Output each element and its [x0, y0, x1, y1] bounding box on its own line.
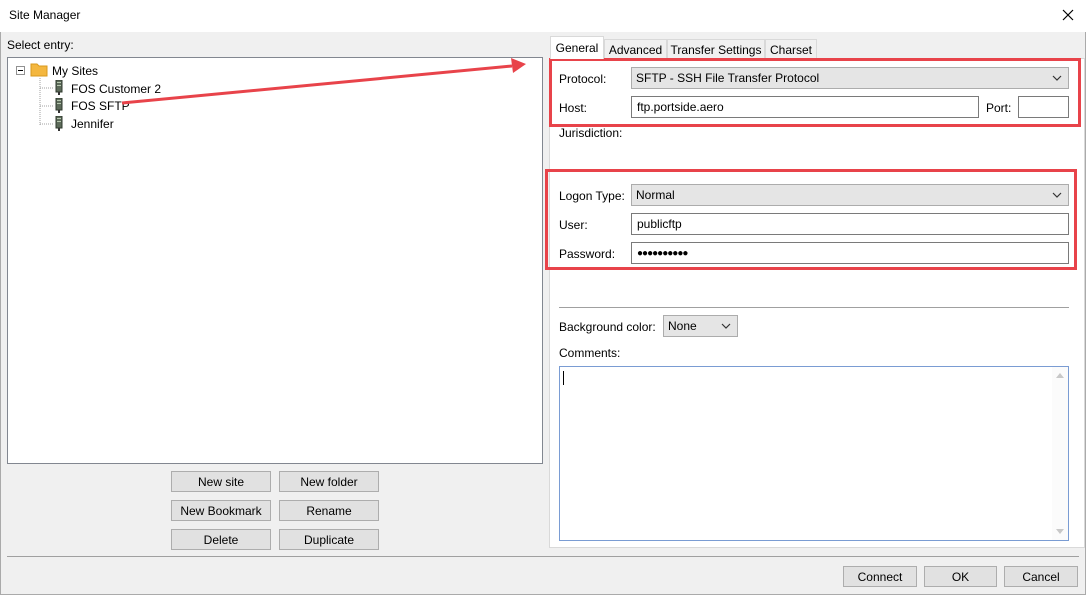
arrow-annotation	[121, 58, 526, 105]
tab-general[interactable]: General	[550, 36, 604, 59]
